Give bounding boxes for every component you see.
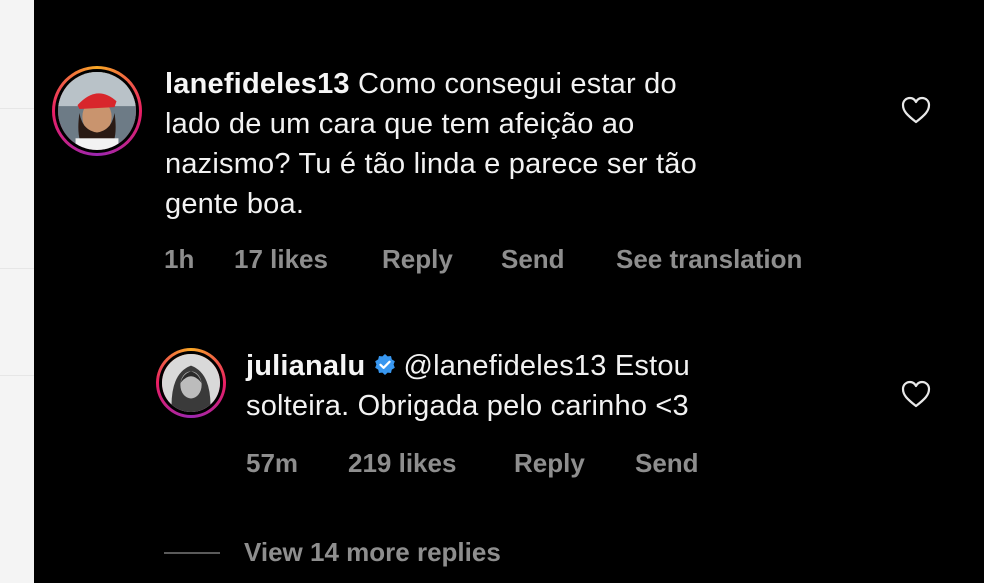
divider (164, 552, 220, 554)
background-page-strip (0, 0, 34, 583)
reply-time: 57m (246, 448, 299, 478)
comment-body: lanefideles13 Como consegui estar do lad… (165, 64, 885, 224)
send-button[interactable]: Send (635, 448, 699, 479)
reply-actions: 57m 219 likes Reply Send (246, 448, 846, 480)
divider (0, 375, 34, 376)
profile-photo-icon (58, 72, 136, 150)
see-translation-button[interactable]: See translation (616, 244, 802, 275)
comments-panel: lanefideles13 Como consegui estar do lad… (34, 0, 984, 583)
comment-actions: 1h 17 likes Reply Send See translation (164, 244, 884, 276)
heart-outline-icon[interactable] (901, 96, 931, 124)
send-button[interactable]: Send (501, 244, 565, 275)
reply-text-line: solteira. Obrigada pelo carinho <3 (246, 390, 689, 422)
reply-button[interactable]: Reply (514, 448, 585, 479)
verified-badge-icon (375, 354, 396, 375)
comment-likes[interactable]: 17 likes (234, 244, 328, 275)
view-more-replies-label: View 14 more replies (244, 537, 501, 567)
divider (0, 108, 34, 109)
comment-text-line: Como consegui estar do (358, 68, 677, 100)
divider (0, 268, 34, 269)
comment-text-line: lado de um cara que tem afeição ao (165, 108, 635, 140)
comment-time: 1h (164, 244, 195, 274)
comment-text-line: gente boa. (165, 188, 305, 220)
reply-button[interactable]: Reply (382, 244, 453, 275)
commenter-username[interactable]: lanefideles13 (165, 68, 350, 100)
profile-photo-icon (162, 354, 220, 412)
replier-avatar[interactable] (156, 348, 226, 418)
heart-outline-icon[interactable] (901, 380, 931, 408)
reply-text-line: @lanefideles13 Estou (403, 350, 691, 382)
reply-body: julianalu @lanefideles13 Estou solteira.… (246, 346, 886, 426)
replier-username[interactable]: julianalu (246, 350, 365, 382)
reply-likes[interactable]: 219 likes (348, 448, 456, 479)
comment-text-line: nazismo? Tu é tão linda e parece ser tão (165, 148, 697, 180)
commenter-avatar[interactable] (52, 66, 142, 156)
